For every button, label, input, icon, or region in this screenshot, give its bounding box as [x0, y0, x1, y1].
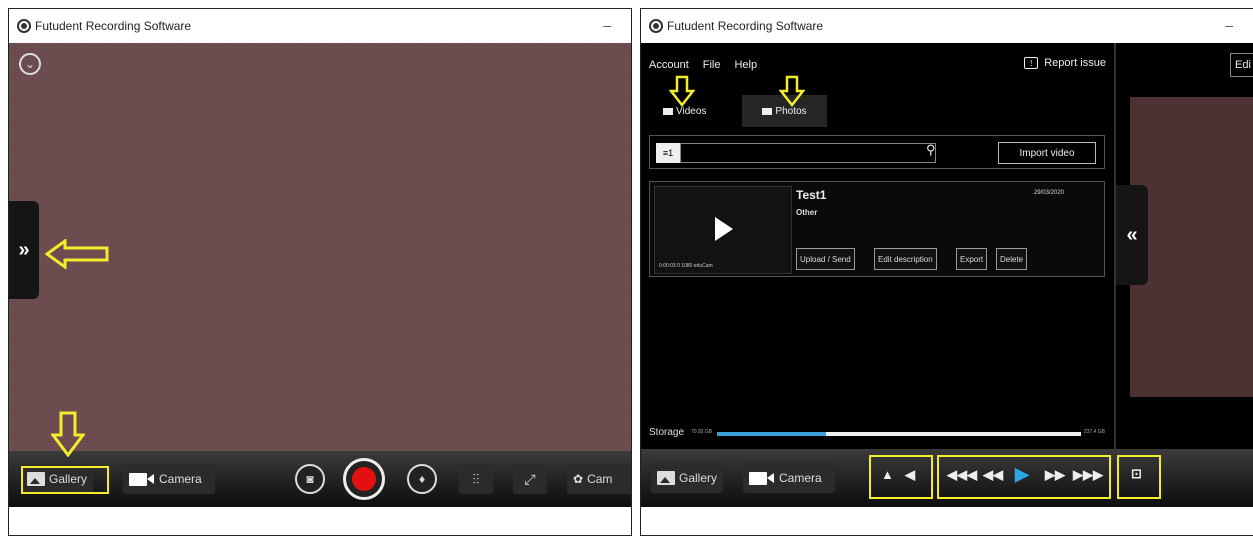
adjustments-button[interactable]: ⫶⫶ [459, 464, 493, 494]
menu-bar: Account File Help [649, 59, 757, 71]
search-icon[interactable]: ⚲ [926, 142, 936, 158]
export-button[interactable]: Export [956, 248, 988, 270]
gallery-highlight-box [21, 466, 109, 494]
report-issue-label: Report issue [1044, 57, 1106, 69]
video-title: Test1 [796, 188, 827, 202]
skip-to-start-icon[interactable]: ◀◀◀ [947, 467, 977, 483]
camera-label: Camera [159, 472, 202, 486]
search-input[interactable] [680, 143, 936, 163]
camera-button[interactable]: Camera [743, 463, 835, 493]
menu-help[interactable]: Help [734, 59, 757, 71]
video-camera-icon [129, 472, 154, 486]
image-icon [762, 107, 773, 115]
video-card[interactable]: 0:00:03 0 1080 eduCam Test1 Other 29/03/… [649, 181, 1105, 277]
app-logo-icon [17, 19, 31, 33]
storage-used: 70.92 GB [691, 429, 713, 435]
storage-label: Storage [649, 427, 685, 438]
camera-button[interactable]: Camera [123, 464, 215, 494]
play-icon[interactable]: ▶ [1015, 464, 1029, 485]
video-camera-icon [749, 471, 774, 485]
sliders-icon: ⫶⫶ [472, 470, 480, 487]
gallery-label: Gallery [679, 471, 718, 485]
fast-forward-icon[interactable]: ▶▶ [1045, 467, 1065, 483]
double-chevron-left-icon: « [1126, 223, 1138, 246]
expand-panel-button[interactable]: » [9, 201, 39, 299]
record-button[interactable] [343, 458, 385, 500]
camera-icon: ◙ [306, 472, 314, 486]
rewind-icon[interactable]: ◀◀ [983, 467, 1003, 483]
play-icon [715, 217, 733, 241]
app-title: Futudent Recording Software [35, 19, 192, 33]
import-video-button[interactable]: Import video [998, 142, 1096, 164]
flip-horizontal-icon[interactable]: ◀ [905, 467, 915, 483]
report-icon: ! [1024, 57, 1039, 69]
left-screenshot: Futudent Recording Software – ⌄ » Galler… [8, 8, 632, 536]
snapshot-button[interactable]: ◙ [295, 464, 325, 494]
flip-vertical-icon[interactable]: ▲ [881, 467, 894, 482]
title-bar: Futudent Recording Software – [641, 9, 1253, 43]
upload-send-button[interactable]: Upload / Send [796, 248, 855, 270]
collapse-panel-button[interactable]: « [1116, 185, 1148, 285]
edit-description-button[interactable]: Edit description [874, 248, 937, 270]
edit-button[interactable]: Edi [1230, 53, 1253, 77]
microphone-button[interactable]: ♦ [407, 464, 437, 494]
video-category: Other [796, 208, 818, 217]
highlight-arrow-down-videos [669, 75, 695, 107]
video-date: 29/03/2020 [1033, 190, 1064, 196]
title-bar: Futudent Recording Software – [9, 9, 631, 43]
camera-label: Camera [779, 471, 822, 485]
gallery-button[interactable]: Gallery [651, 463, 724, 493]
storage-bar-fill [717, 432, 827, 436]
double-chevron-right-icon: » [18, 238, 30, 261]
camera-settings-button[interactable]: ✿ Cam [567, 464, 631, 494]
video-meta: 0:00:03 0 1080 eduCam [659, 263, 713, 269]
right-screenshot: Futudent Recording Software – Account Fi… [640, 8, 1253, 536]
app-title: Futudent Recording Software [667, 19, 824, 33]
camera-preview: ⌄ » [9, 43, 631, 451]
gear-icon: ✿ [573, 472, 584, 486]
skip-to-end-icon[interactable]: ▶▶▶ [1073, 467, 1103, 483]
storage-bar [717, 432, 1081, 436]
video-camera-icon [663, 107, 673, 115]
bookmark-icon[interactable]: ⊡ [1131, 466, 1142, 482]
camera-settings-label: Cam [587, 472, 613, 486]
microphone-icon: ♦ [418, 472, 426, 486]
gallery-icon [657, 471, 675, 485]
camera-preview [1130, 97, 1253, 397]
bottom-toolbar: Gallery Camera ◙ ♦ ⫶⫶ ⤢ ✿ Cam [9, 451, 631, 507]
highlight-arrow-down-gallery [51, 411, 85, 457]
camera-preview-strip: Edi « [1114, 43, 1253, 449]
delete-button[interactable]: Delete [996, 248, 1028, 270]
video-count-badge: ≡ 1 [656, 143, 680, 163]
menu-account[interactable]: Account [649, 59, 689, 71]
tab-photos-label: Photos [775, 105, 807, 117]
highlight-arrow-down-photos [779, 75, 805, 107]
app-logo-icon [649, 19, 663, 33]
storage-total: 237.4 GB [1083, 429, 1105, 435]
highlight-arrow-left [45, 239, 109, 269]
bottom-toolbar: Gallery Camera ▲ ◀ ◀◀◀ ◀◀ ▶ ▶▶ ▶▶▶ ⊡ [641, 449, 1253, 507]
storage-indicator: Storage 70.92 GB 237.4 GB [649, 427, 1105, 443]
menu-file[interactable]: File [703, 59, 721, 71]
flip-controls-highlight [869, 455, 933, 499]
gallery-panel: Account File Help ! Report issue Videos … [641, 43, 1114, 449]
video-thumbnail[interactable]: 0:00:03 0 1080 eduCam [654, 186, 792, 274]
record-icon [352, 467, 376, 491]
dropdown-toggle-icon[interactable]: ⌄ [19, 53, 41, 75]
expand-icon: ⤢ [524, 470, 536, 487]
report-issue-button[interactable]: ! Report issue [1024, 57, 1106, 69]
minimize-button[interactable]: – [603, 17, 611, 33]
search-row: ≡ 1 ⚲ Import video [649, 135, 1105, 169]
fullscreen-button[interactable]: ⤢ [513, 464, 547, 494]
tab-videos-label: Videos [676, 105, 707, 117]
minimize-button[interactable]: – [1225, 17, 1233, 33]
